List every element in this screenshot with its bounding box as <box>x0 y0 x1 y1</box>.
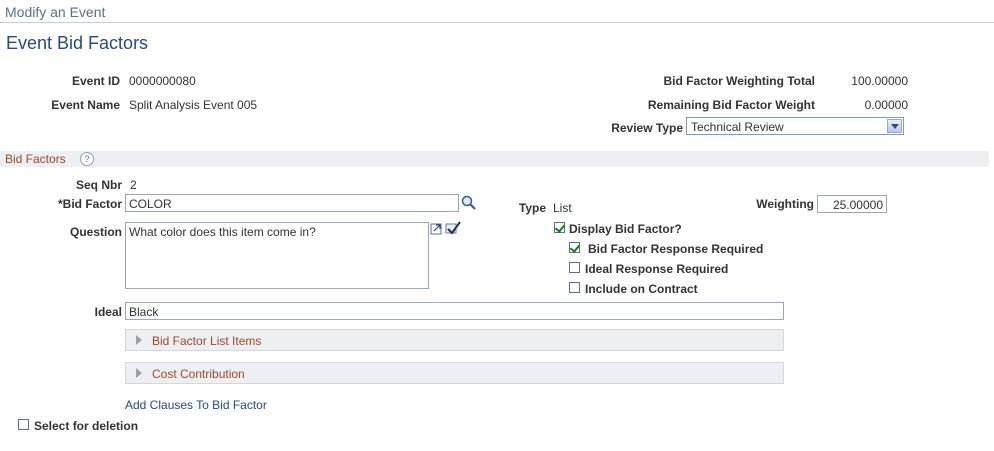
bid-factor-list-items-label: Bid Factor List Items <box>152 334 262 348</box>
event-id-value: 0000000080 <box>129 74 196 88</box>
question-label: Question <box>69 225 122 239</box>
weighting-label: Weighting <box>756 197 814 211</box>
type-label: Type <box>518 201 546 215</box>
chevron-down-icon[interactable] <box>887 119 902 133</box>
select-for-deletion-checkbox[interactable] <box>18 419 29 430</box>
response-required-label: Bid Factor Response Required <box>588 242 764 256</box>
weighting-input[interactable]: 25.00000 <box>817 195 887 213</box>
ideal-input[interactable]: Black <box>125 302 784 320</box>
expand-arrow-icon <box>136 335 142 345</box>
seq-nbr-value: 2 <box>130 178 137 192</box>
display-bid-factor-label: Display Bid Factor? <box>569 222 682 236</box>
review-type-value: Technical Review <box>691 120 784 134</box>
bid-factors-section-bar <box>0 151 989 167</box>
ideal-label: Ideal <box>94 305 122 319</box>
include-contract-label: Include on Contract <box>585 282 698 296</box>
expand-arrow-icon <box>136 368 142 378</box>
bid-factors-section-title: Bid Factors <box>5 152 66 166</box>
display-bid-factor-checkbox[interactable] <box>554 222 565 233</box>
ideal-required-label: Ideal Response Required <box>585 262 729 276</box>
page-title: Event Bid Factors <box>6 33 149 53</box>
weighting-total-label: Bid Factor Weighting Total <box>663 74 815 88</box>
include-contract-checkbox[interactable] <box>569 282 580 293</box>
bid-factor-label: *Bid Factor <box>57 197 122 211</box>
weighting-value: 25.00000 <box>832 198 883 212</box>
breadcrumb: Modify an Event <box>5 4 106 20</box>
select-for-deletion-label: Select for deletion <box>34 419 139 433</box>
breadcrumb-divider <box>0 22 994 23</box>
question-value: What color does this item come in? <box>129 225 316 239</box>
help-icon[interactable]: ? <box>80 152 94 166</box>
bid-factor-list-items-section[interactable]: Bid Factor List Items <box>125 329 784 351</box>
question-textarea[interactable]: What color does this item come in? <box>125 222 429 289</box>
remaining-weight-value: 0.00000 <box>864 98 908 112</box>
ideal-required-checkbox[interactable] <box>569 262 580 273</box>
weighting-total-value: 100.00000 <box>851 74 908 88</box>
bid-factor-input[interactable]: COLOR <box>125 194 459 212</box>
event-name-value: Split Analysis Event 005 <box>129 98 258 112</box>
add-clauses-link[interactable]: Add Clauses To Bid Factor <box>125 398 267 412</box>
review-type-select[interactable]: Technical Review <box>686 117 904 135</box>
response-required-checkbox[interactable] <box>569 242 580 253</box>
event-id-label: Event ID <box>71 74 120 88</box>
cost-contribution-section[interactable]: Cost Contribution <box>125 362 784 384</box>
cost-contribution-label: Cost Contribution <box>152 367 245 381</box>
ideal-value: Black <box>129 305 159 319</box>
remaining-weight-label: Remaining Bid Factor Weight <box>647 98 815 112</box>
review-type-label: Review Type <box>611 121 683 135</box>
spell-check-icon[interactable] <box>445 221 461 235</box>
expand-text-icon[interactable] <box>430 222 443 235</box>
seq-nbr-label: Seq Nbr <box>75 178 122 192</box>
type-value: List <box>553 201 572 215</box>
bid-factor-value: COLOR <box>129 197 172 211</box>
event-name-label: Event Name <box>51 98 120 112</box>
